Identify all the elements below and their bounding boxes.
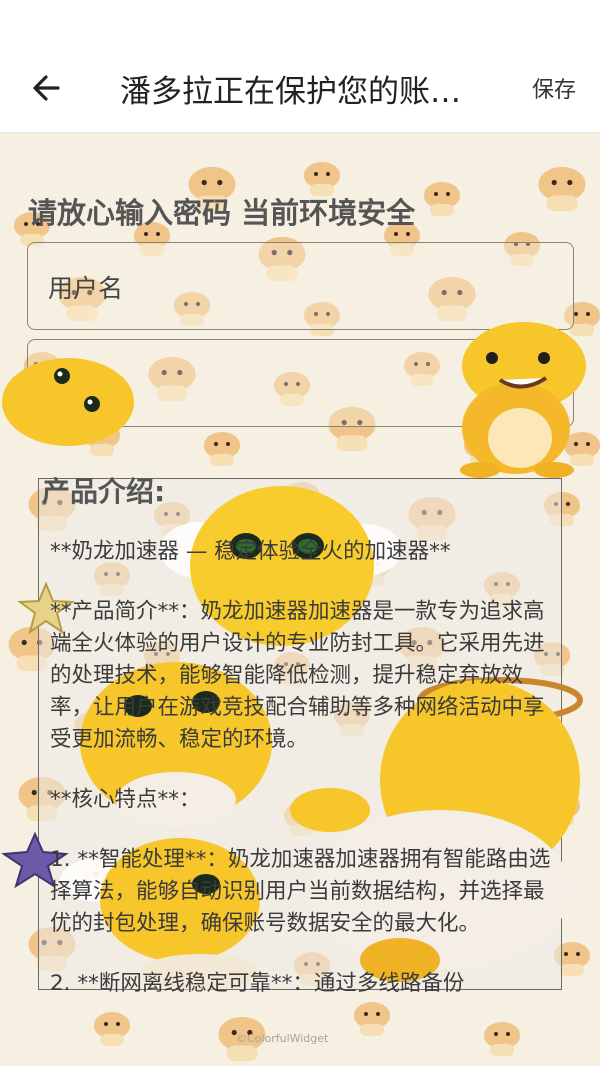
watermark: ©ColorfulWidget <box>236 1032 329 1045</box>
yellow-mascot-left <box>2 358 134 446</box>
intro-title: 产品介绍: <box>42 475 166 508</box>
mini-mascot-pattern <box>420 182 464 216</box>
intro-paragraph: 2. **断网离线稳定可靠**：通过多线路备份 <box>50 971 465 996</box>
intro-paragraph: **核心特点**： <box>50 787 201 812</box>
back-arrow-icon[interactable] <box>28 68 68 108</box>
save-button[interactable]: 保存 <box>532 72 576 104</box>
app-bar: 潘多拉正在保护您的账… 保存 <box>0 0 600 132</box>
intro-content: **奶龙加速器 — 稳定体验全火的加速器** **产品简介**：奶龙加速器加速器… <box>50 536 560 1028</box>
page-title: 潘多拉正在保护您的账… <box>120 74 461 110</box>
yellow-mascot-right <box>460 322 586 478</box>
mini-mascot-pattern <box>533 166 590 212</box>
intro-paragraph: **奶龙加速器 — 稳定体验全火的加速器** <box>50 539 451 564</box>
username-placeholder: 用户名 <box>48 274 124 303</box>
intro-paragraph: 1. **智能处理**：奶龙加速器加速器拥有智能路由选择算法，能够自动识别用户当… <box>50 847 551 936</box>
security-heading: 请放心输入密码 当前环境安全 <box>28 196 416 230</box>
mini-mascot-pattern <box>200 432 244 466</box>
username-field[interactable]: 用户名 <box>27 242 574 330</box>
intro-paragraph: **产品简介**：奶龙加速器加速器是一款专为追求高端全火体验的用户设计的专业防封… <box>50 599 545 752</box>
